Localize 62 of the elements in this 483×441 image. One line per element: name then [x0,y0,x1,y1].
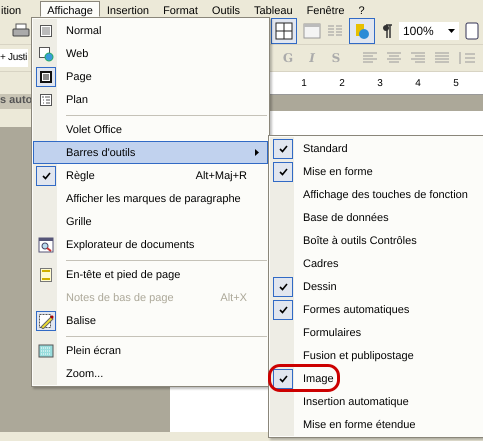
menu-item[interactable]: Mise en forme [270,160,483,183]
checkmark-icon [278,306,288,314]
menu-item[interactable]: En-tête et pied de page [33,256,268,286]
checkmark-icon [278,144,288,152]
menu-item[interactable]: Insertion automatique [270,390,483,413]
menu-item[interactable]: Explorateur de documents [33,233,268,256]
ruler-number: 2 [338,78,346,88]
menu-item[interactable]: Web [33,42,268,65]
menu-item[interactable]: Mise en forme étendue [270,413,483,436]
checkmark-icon [42,172,50,180]
ruler-number: 5 [452,78,460,88]
menu-bar-item[interactable]: Affichage [40,1,100,17]
menu-item[interactable]: Cadres [270,252,483,275]
menu-bar-item[interactable]: ? [352,1,372,17]
menu-item[interactable]: Boîte à outils Contrôles [270,229,483,252]
drawing-tools-icon[interactable] [349,18,375,44]
menu-item[interactable]: Formulaires [270,321,483,344]
checkmark-icon [278,282,288,290]
dropdown-caret-icon[interactable] [448,29,455,33]
window-icon[interactable] [303,23,321,39]
header-page-icon [39,266,53,282]
menu-item[interactable]: Grille [33,210,268,233]
menu-item[interactable]: Base de données [270,206,483,229]
ruler-number: 4 [414,78,422,88]
menu-item[interactable]: Normal [33,19,268,42]
menu-item[interactable]: Formes automatiques [270,298,483,321]
menu-item[interactable]: Afficher les marques de paragraphe [33,187,268,210]
menu-item[interactable]: Plein écran [33,332,268,362]
pilcrow-icon[interactable] [381,23,393,39]
menu-item[interactable]: Image [270,367,483,390]
menu-item[interactable]: Barres d'outils [33,141,268,164]
menu-item[interactable]: Standard [270,137,483,160]
menu-bar-item[interactable]: Format [156,1,205,17]
checkmark-icon [278,374,288,382]
menu-bar-item[interactable]: Outils [204,1,248,17]
style-combo[interactable]: + Justi [0,49,28,67]
ruler-number: 1 [300,78,308,88]
menu-bar-item[interactable]: Insertion [100,1,156,17]
web-page-icon [38,46,54,62]
menu-item[interactable]: Zoom... [33,362,268,385]
submenu-arrow-icon [255,149,259,156]
menu-item[interactable]: Affichage des touches de fonction [270,183,483,206]
task-pane-title: s auto [0,94,31,109]
menu-item[interactable]: Plan [33,88,268,111]
printer-icon[interactable] [12,23,30,39]
zoom-combo[interactable]: 100% [399,22,459,40]
ruler-number: 3 [376,78,384,88]
table-icon[interactable] [271,18,297,44]
menu-bar-item[interactable]: ition [0,1,28,17]
menu-item[interactable]: Volet Office [33,111,268,141]
checkmark-icon [278,168,288,176]
document-icon [39,24,53,38]
menu-bar-item[interactable]: Tableau [247,1,300,17]
menu-bar-item[interactable]: Fenêtre [300,1,352,17]
menu-item[interactable]: Règle Alt+Maj+R [33,164,268,187]
menu-item[interactable]: Fusion et publipostage [270,344,483,367]
menu-item[interactable]: Page [33,65,268,88]
magnifier-window-icon [38,236,54,252]
menu-item[interactable]: Dessin [270,275,483,298]
outline-icon [39,92,53,106]
full-screen-icon [38,344,54,358]
menu-item[interactable]: Balise [33,309,268,332]
